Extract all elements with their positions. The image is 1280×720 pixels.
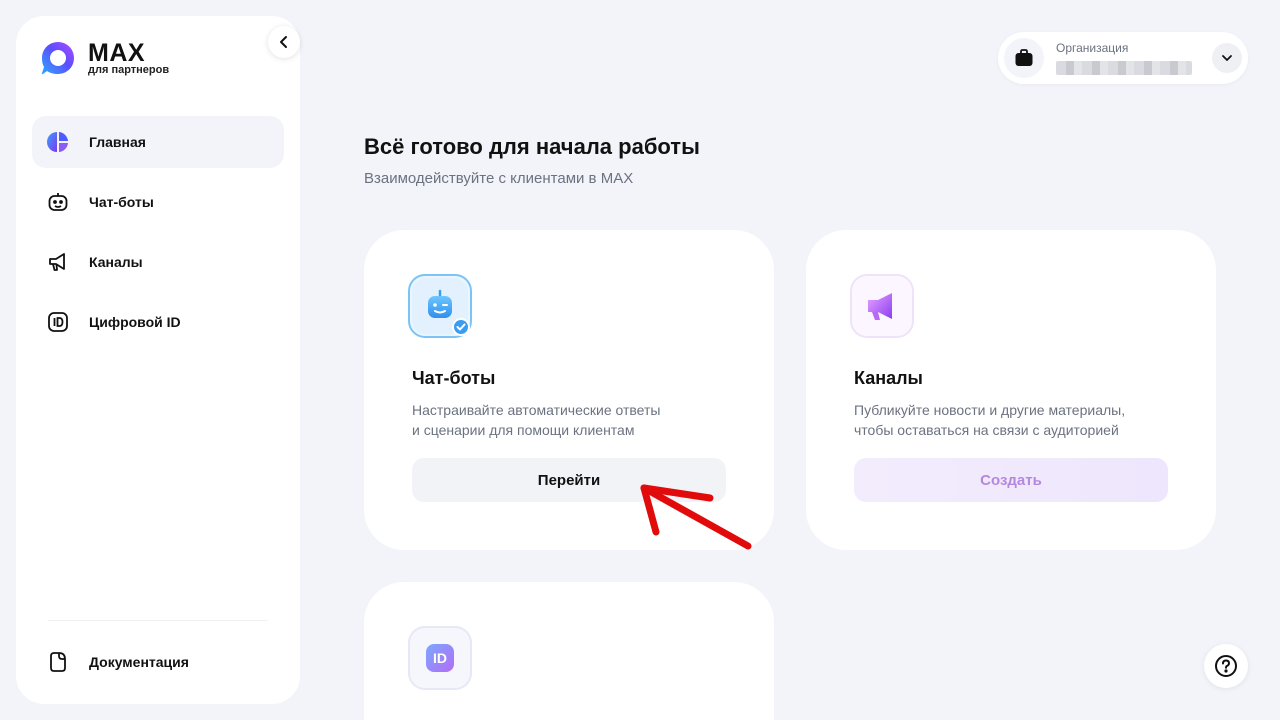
sidebar: MAX для партнеров Главная Чат-боты Канал… [16,16,300,704]
go-to-chatbots-button[interactable]: Перейти [412,458,726,502]
sidebar-item-label: Чат-боты [89,194,154,210]
card-description: Публикуйте новости и другие материалы, ч… [854,400,1174,440]
card-description-line: Публикуйте новости и другие материалы, [854,402,1126,418]
sidebar-divider [48,620,268,621]
organization-name-redacted [1056,61,1192,75]
document-icon [46,650,70,674]
card-description-line: Настраивайте автоматические ответы [412,402,661,418]
home-dashboard-icon [46,130,70,154]
sidebar-item-digital-id[interactable]: Цифровой ID [32,296,284,348]
help-button[interactable] [1204,644,1248,688]
robot-check-icon [408,274,472,338]
sidebar-item-documentation[interactable]: Документация [32,636,284,688]
page-subtitle: Взаимодействуйте с клиентами в MAX [364,170,634,187]
id-badge-icon: ID [408,626,472,690]
briefcase-icon [1004,38,1044,78]
sidebar-item-label: Цифровой ID [89,314,181,330]
chevron-down-icon [1222,55,1232,61]
logo-title: MAX [88,38,146,67]
card-title: Чат-боты [412,368,496,388]
card-chatbots: Чат-боты Настраивайте автоматические отв… [364,230,774,550]
sidebar-nav: Главная Чат-боты Каналы Цифровой ID [32,116,284,356]
page-title: Всё готово для начала работы [364,134,700,159]
question-mark-icon [1215,655,1237,677]
sidebar-item-chatbots[interactable]: Чат-боты [32,176,284,228]
sidebar-item-label: Документация [89,654,189,670]
organization-dropdown-button[interactable] [1212,43,1242,73]
max-logo-icon [41,42,74,75]
robot-icon [46,190,70,214]
logo[interactable]: MAX для партнеров [40,40,169,76]
collapse-sidebar-button[interactable] [268,26,300,58]
create-channel-button[interactable]: Создать [854,458,1168,502]
id-card-icon [46,310,70,334]
sidebar-docs: Документация [32,636,284,696]
logo-subtitle: для партнеров [88,63,170,76]
card-title: Каналы [854,368,923,388]
megaphone-icon [46,250,70,274]
sidebar-item-label: Каналы [89,254,143,270]
organization-label: Организация [1056,41,1129,55]
sidebar-item-channels[interactable]: Каналы [32,236,284,288]
card-description: Настраивайте автоматические ответы и сце… [412,400,732,440]
card-digital-id: ID [364,582,774,720]
organization-selector[interactable]: Организация [998,32,1248,84]
card-description-line: чтобы оставаться на связи с аудиторией [854,422,1119,438]
sidebar-item-home[interactable]: Главная [32,116,284,168]
megaphone-icon [850,274,914,338]
card-description-line: и сценарии для помощи клиентам [412,422,635,438]
id-badge-text: ID [433,650,447,666]
card-channels: Каналы Публикуйте новости и другие матер… [806,230,1216,550]
sidebar-item-label: Главная [89,134,146,150]
chevron-left-icon [280,36,287,48]
